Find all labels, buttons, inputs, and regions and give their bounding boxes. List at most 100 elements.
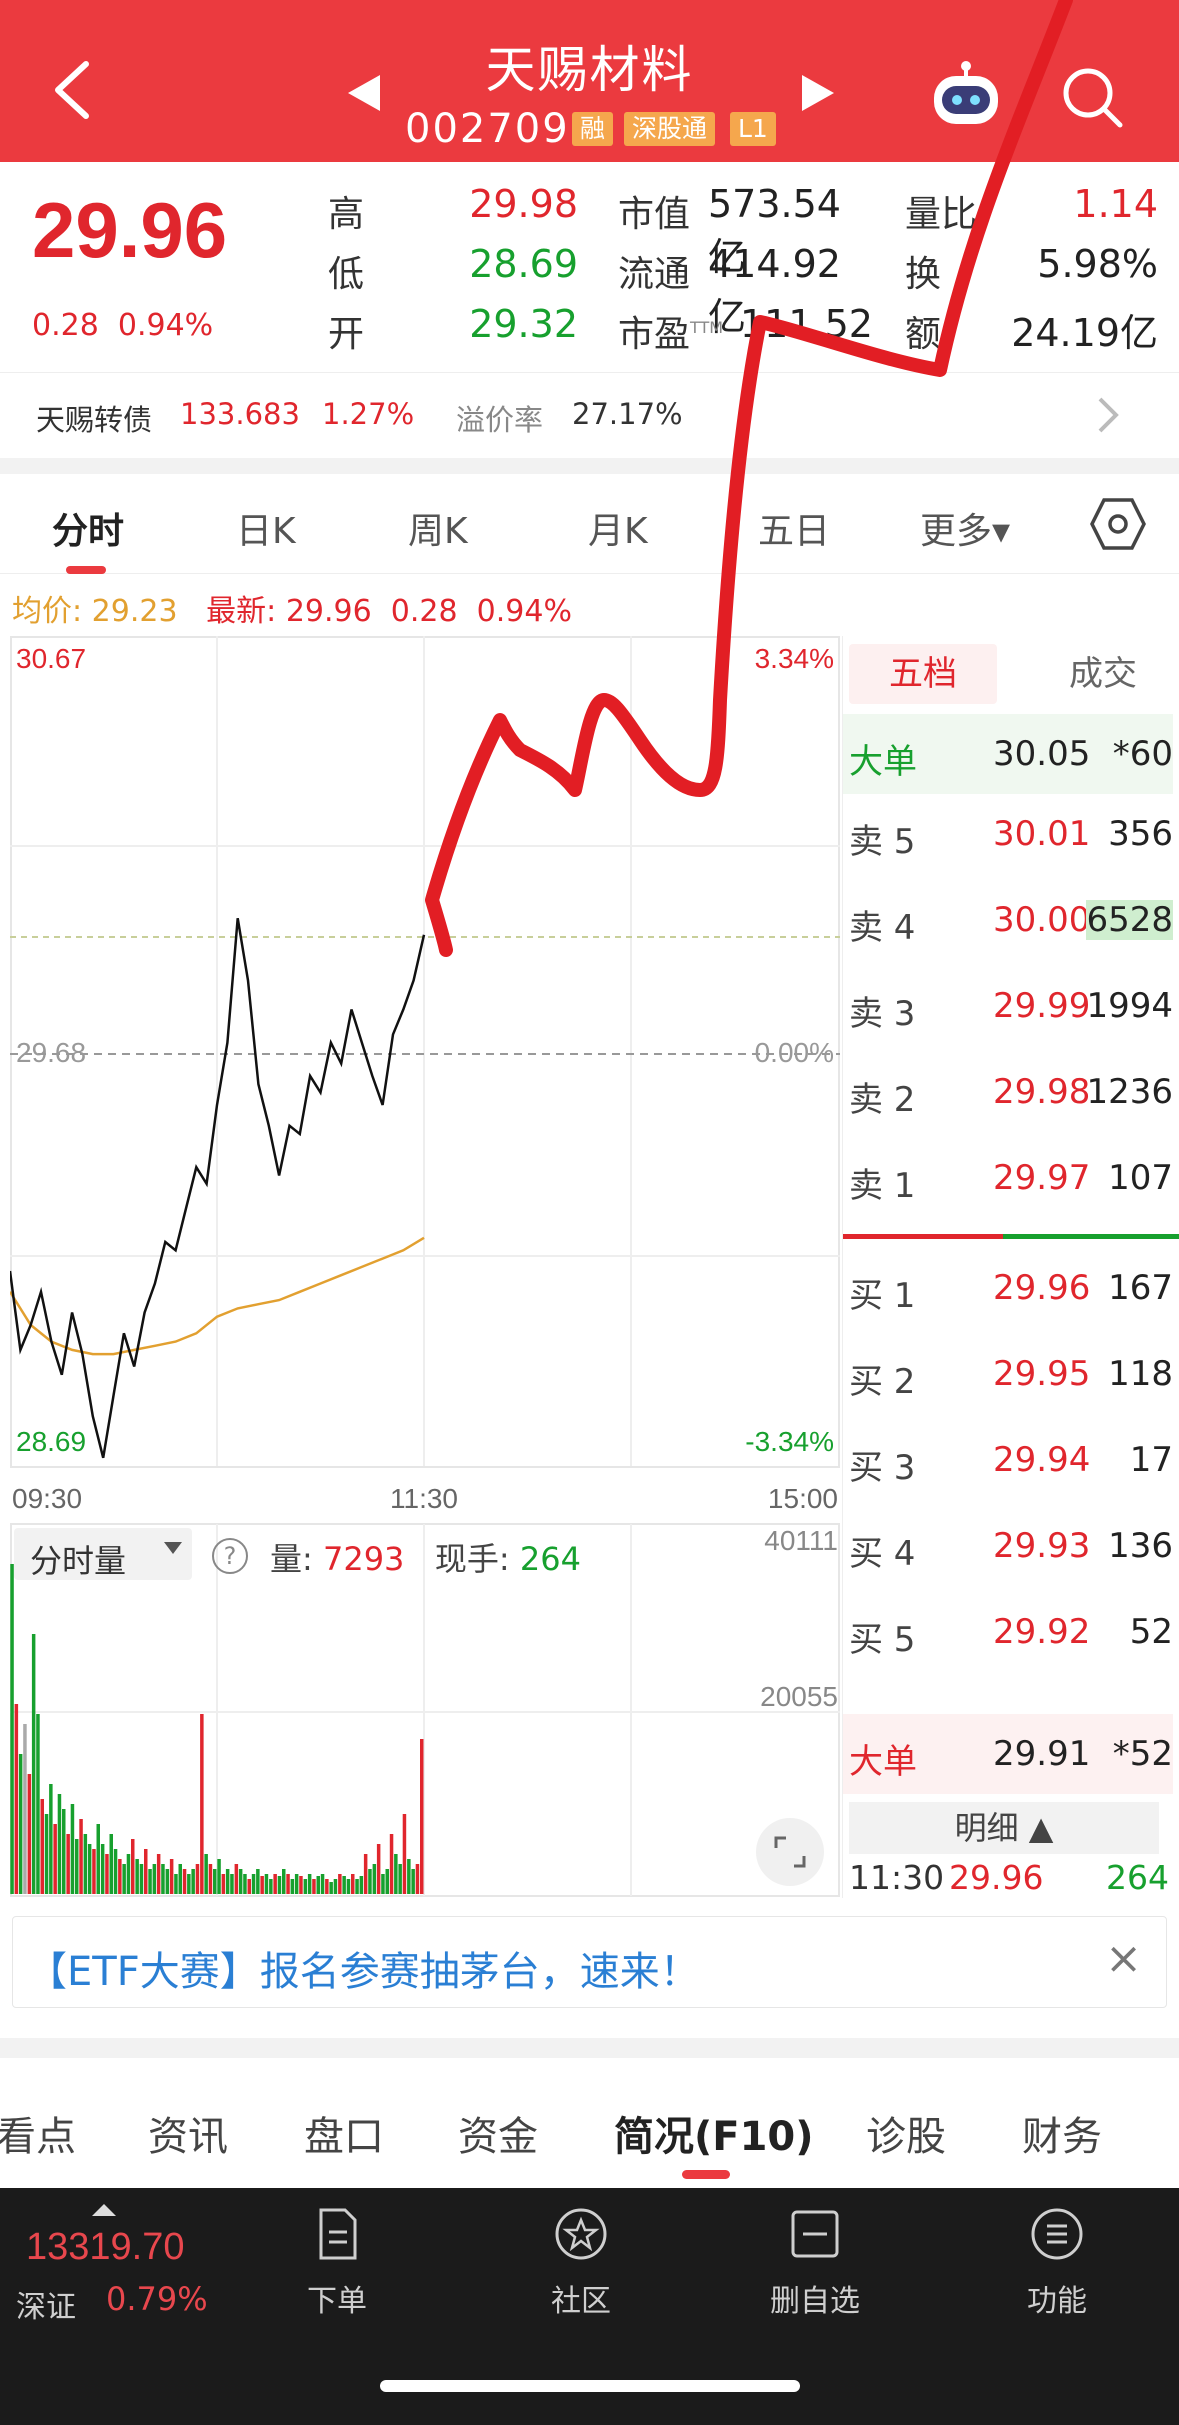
volume-bar [407,1859,411,1894]
close-icon[interactable]: × [1105,1933,1142,1984]
low-label: 低 [328,254,365,295]
document-icon [319,2208,357,2260]
bid-row[interactable]: 买 4 29.93 136 [843,1506,1173,1586]
intraday-chart-svg: 30.67 29.68 28.69 3.34% 0.00% -3.34% 09:… [10,636,840,1897]
search-icon[interactable] [1060,65,1124,129]
tab-weekly-k[interactable]: 周K [408,502,468,554]
volume-axis-max: 40111 [764,1525,838,1556]
volume-bar [92,1849,96,1894]
bid-price: 29.92 [993,1612,1091,1652]
volume-bar [195,1864,200,1894]
volume-bar [381,1874,385,1894]
volume-bar [234,1864,239,1894]
index-up-arrow-icon [92,2204,116,2216]
volume-bar [10,1564,14,1894]
active-tab-indicator [66,566,106,574]
index-value[interactable]: 13319.70 [26,2226,185,2269]
volume-type-selector[interactable]: 分时量 [14,1528,192,1580]
promo-banner[interactable]: 【ETF大赛】报名参赛抽茅台，速来！ × [12,1916,1167,2008]
stock-code: 002709 [405,106,570,152]
tab-diagnose[interactable]: 诊股 [866,2104,946,2162]
avg-price: 29.23 [91,594,178,629]
volume-bar [169,1859,174,1894]
volume-bar [420,1739,424,1894]
tab-financials[interactable]: 财务 [1022,2104,1102,2162]
low-value: 28.69 [469,242,578,286]
order-button[interactable]: 下单 [262,2206,412,2320]
ask-row[interactable]: 卖 1 29.97 107 [843,1138,1173,1218]
ask-label: 卖 1 [849,1166,916,1206]
next-stock-arrow-icon[interactable] [802,75,834,111]
community-button[interactable]: 社区 [506,2206,656,2320]
tab-funds[interactable]: 资金 [458,2104,538,2162]
volume-bar [131,1839,135,1894]
turnover-label: 换 [905,254,942,295]
help-icon[interactable]: ? [212,1538,248,1574]
bid-volume: 17 [1129,1440,1173,1480]
robot-assistant-icon[interactable] [928,58,1004,130]
volume-bar [316,1876,320,1894]
convertible-bond-row[interactable]: 天赐转债 133.683 1.27% 溢价率 27.17% [0,372,1179,458]
volume-bar [346,1879,351,1894]
bid-row[interactable]: 买 5 29.92 52 [843,1592,1173,1672]
bid-volume: 167 [1108,1268,1173,1308]
volume-bar [243,1874,247,1894]
tab-five-day[interactable]: 五日 [758,502,830,554]
info-tabs: 看点 资讯 盘口 资金 简况(F10) 诊股 财务 [0,2058,1179,2188]
tab-orderbook[interactable]: 盘口 [304,2104,384,2162]
volume-bar [312,1879,316,1894]
bid-ask-divider-red [843,1234,1003,1239]
volume-bar [118,1859,122,1894]
ask-row[interactable]: 卖 3 29.99 1994 [843,966,1173,1046]
dropdown-caret-icon [164,1542,182,1554]
ask-row[interactable]: 卖 2 29.98 1236 [843,1052,1173,1132]
bid-ask-divider-green [1003,1234,1179,1239]
intraday-chart[interactable]: 30.67 29.68 28.69 3.34% 0.00% -3.34% 09:… [10,636,840,1898]
volume-bar [320,1874,325,1894]
bid-label: 买 2 [849,1362,916,1402]
open-label: 开 [328,314,365,355]
bid-label: 买 3 [849,1448,916,1488]
remove-watchlist-button[interactable]: 删自选 [740,2206,890,2320]
chart-settings-hexagon-icon[interactable] [1090,496,1146,552]
tab-news[interactable]: 资讯 [148,2104,228,2162]
bid-row[interactable]: 买 2 29.95 118 [843,1334,1173,1414]
volume-bar [79,1819,83,1894]
high-label: 高 [328,194,365,235]
volume-bar [113,1849,118,1894]
bid-row[interactable]: 买 3 29.94 17 [843,1420,1173,1500]
home-indicator [380,2380,800,2392]
volume-bar [49,1784,53,1894]
volume-bar [122,1864,126,1894]
volratio-label: 量比 [905,194,978,235]
ask-row[interactable]: 卖 5 30.01 356 [843,794,1173,874]
functions-button[interactable]: 功能 [982,2206,1132,2320]
volume-bar [135,1859,139,1894]
ask-label: 卖 3 [849,994,916,1034]
tab-more[interactable]: 更多▾ [920,502,1010,554]
ask-label: 卖 5 [849,822,916,862]
volume-bar [31,1634,36,1894]
price-axis-mid: 29.68 [16,1037,86,1068]
tab-f10-profile[interactable]: 简况(F10) [614,2104,814,2162]
tab-monthly-k[interactable]: 月K [588,502,648,554]
volume-bar [14,1704,19,1894]
high-value: 29.98 [469,182,578,226]
volume-bar [338,1874,342,1894]
volume-bar [402,1814,407,1894]
time-tick-end: 15:00 [768,1483,838,1514]
detail-toggle-button[interactable]: 明细 ▲ [849,1802,1159,1854]
pct-axis-mid: 0.00% [755,1037,834,1068]
bid-row[interactable]: 买 1 29.96 167 [843,1248,1173,1328]
volume-bar [221,1874,226,1894]
big-sell-order-row[interactable]: 大单 30.05 *60 [843,714,1173,794]
ask-row[interactable]: 卖 4 30.00 6528 [843,880,1173,960]
volume-bar [208,1864,213,1894]
volume-bar [273,1874,277,1894]
tab-highlights[interactable]: 看点 [0,2104,76,2162]
tab-daily-k[interactable]: 日K [236,502,296,554]
big-buy-order-row[interactable]: 大单 29.91 *52 [843,1714,1173,1794]
tab-five-levels[interactable]: 五档 [849,644,997,704]
tab-intraday[interactable]: 分时 [52,502,124,554]
tab-trades[interactable]: 成交 [1029,644,1177,704]
